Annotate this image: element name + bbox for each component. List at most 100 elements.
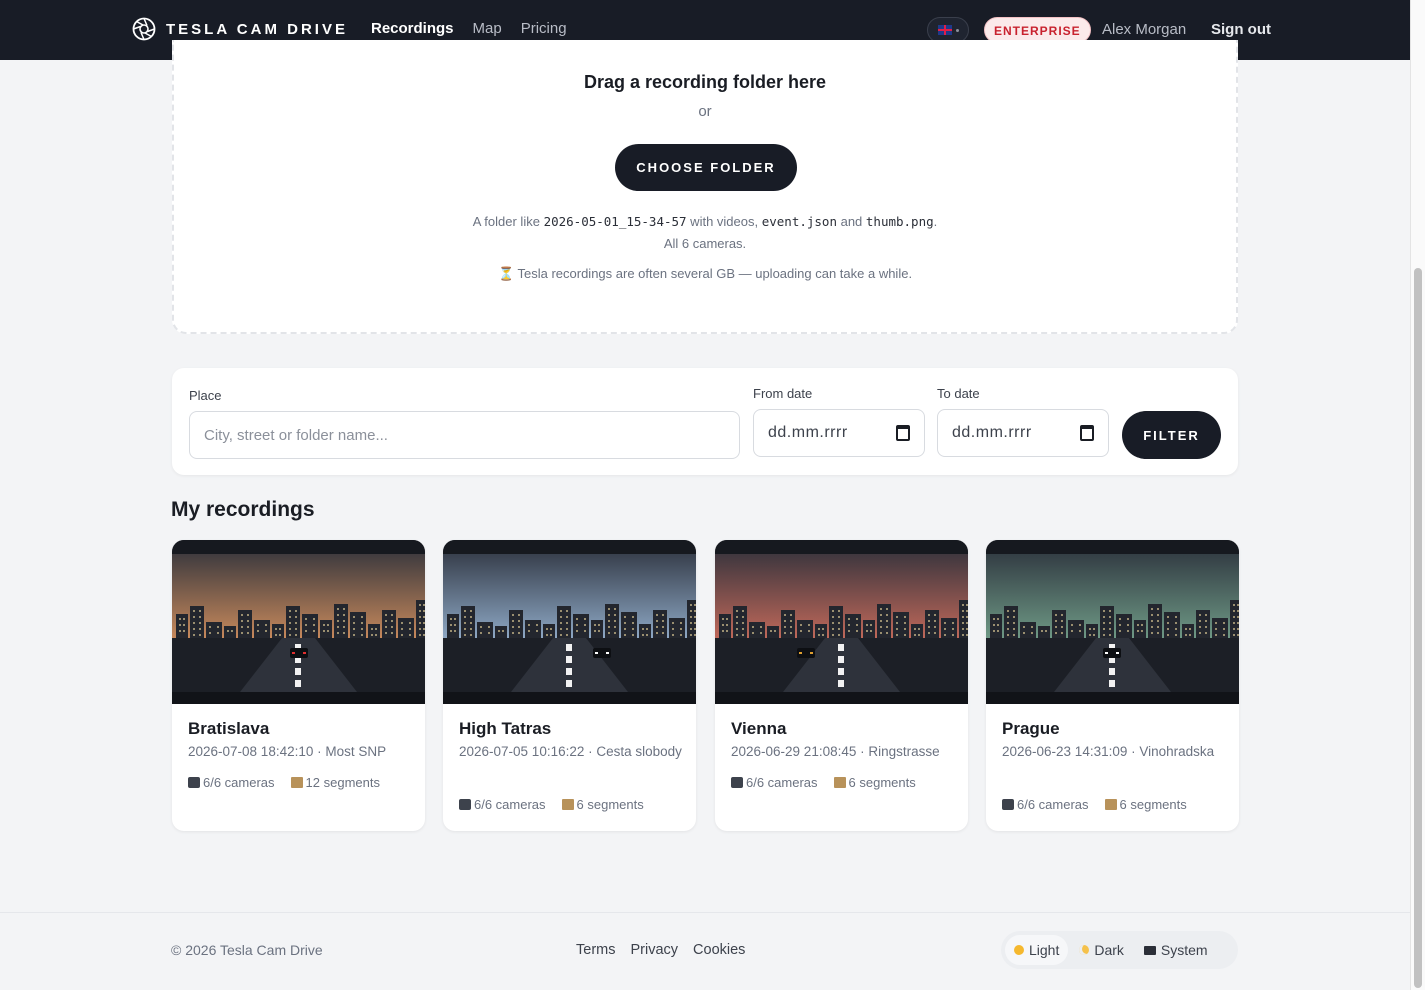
recording-datetime-location: 2026-06-29 21:08:45 · Ringstrasse	[731, 744, 940, 759]
calendar-icon[interactable]	[896, 425, 910, 441]
segment-count: 6 segments	[561, 797, 644, 812]
theme-system-label: System	[1160, 942, 1208, 958]
choose-folder-button[interactable]: CHOOSE FOLDER	[615, 144, 797, 191]
recording-thumbnail[interactable]	[715, 540, 968, 704]
moon-icon	[1079, 945, 1090, 955]
aperture-logo-icon	[132, 17, 156, 41]
uk-flag-icon	[937, 25, 952, 35]
main-nav: Recordings Map Pricing	[371, 20, 567, 37]
film-frames-icon	[833, 777, 846, 788]
hint-text: A folder like	[472, 214, 544, 229]
sun-icon	[1014, 945, 1024, 955]
nav-map[interactable]: Map	[473, 20, 502, 37]
footer-links: Terms Privacy Cookies	[576, 942, 745, 958]
recording-thumbnail[interactable]	[172, 540, 425, 704]
upload-dropzone[interactable]: Drag a recording folder here or CHOOSE F…	[172, 40, 1238, 334]
recording-card[interactable]: Bratislava 2026-07-08 18:42:10 · Most SNP…	[172, 540, 425, 831]
camera-count: 6/6 cameras	[731, 775, 818, 790]
place-label: Place	[189, 388, 222, 403]
camera-count-label: 6/6 cameras	[1017, 797, 1089, 812]
film-frames-icon	[561, 799, 574, 810]
recording-datetime-location: 2026-06-23 14:31:09 · Vinohradska	[1002, 744, 1215, 759]
segment-count: 6 segments	[1104, 797, 1187, 812]
segment-count-label: 6 segments	[576, 797, 644, 812]
upload-size-warning: ⏳ Tesla recordings are often several GB …	[497, 266, 913, 281]
camera-count: 6/6 cameras	[459, 797, 546, 812]
recording-card[interactable]: Vienna 2026-06-29 21:08:45 · Ringstrasse 6…	[715, 540, 968, 831]
nav-pricing[interactable]: Pricing	[521, 20, 567, 37]
film-frames-icon	[290, 777, 303, 788]
segment-count-label: 6 segments	[848, 775, 916, 790]
hint-file-thumb: thumb.png	[865, 214, 934, 229]
segment-count: 6 segments	[833, 775, 916, 790]
recording-place: High Tatras	[459, 719, 552, 738]
theme-dark-button[interactable]: Dark	[1070, 935, 1133, 965]
camera-count-label: 6/6 cameras	[474, 797, 546, 812]
recording-datetime-location: 2026-07-08 18:42:10 · Most SNP	[188, 744, 387, 759]
place-search-input[interactable]	[189, 411, 740, 459]
recording-stats: 6/6 cameras 12 segments	[188, 775, 380, 790]
recording-place: Vienna	[731, 719, 787, 738]
recording-place: Bratislava	[188, 719, 270, 738]
camera-count: 6/6 cameras	[1002, 797, 1089, 812]
from-date-input[interactable]: dd.mm.rrrr	[753, 409, 925, 457]
privacy-link[interactable]: Privacy	[630, 942, 678, 958]
dropzone-hint: A folder like 2026-05-01_15-34-57 with v…	[174, 211, 1236, 255]
segment-count: 12 segments	[290, 775, 380, 790]
user-name: Alex Morgan	[1102, 21, 1187, 38]
monitor-icon	[1143, 945, 1156, 955]
theme-light-label: Light	[1029, 942, 1060, 958]
recording-thumbnail[interactable]	[986, 540, 1239, 704]
nav-recordings[interactable]: Recordings	[371, 20, 454, 37]
theme-light-button[interactable]: Light	[1005, 935, 1069, 965]
footer-copyright: © 2026 Tesla Cam Drive	[171, 942, 323, 958]
from-date-label: From date	[753, 386, 813, 401]
to-date-input[interactable]: dd.mm.rrrr	[937, 409, 1109, 457]
footer-divider	[0, 912, 1410, 913]
recording-card[interactable]: Prague 2026-06-23 14:31:09 · Vinohradska 6…	[986, 540, 1239, 831]
hint-file-event-json: event.json	[761, 214, 837, 229]
recording-place: Prague	[1002, 719, 1060, 738]
dropdown-dot-icon	[955, 28, 959, 32]
dropzone-title: Drag a recording folder here	[583, 72, 827, 92]
recording-datetime-location: 2026-07-05 10:16:22 · Cesta slobody	[459, 744, 682, 759]
recording-stats: 6/6 cameras 6 segments	[731, 775, 916, 790]
recording-thumbnail[interactable]	[443, 540, 696, 704]
sign-out-link[interactable]: Sign out	[1211, 21, 1271, 38]
filter-panel: Place From date dd.mm.rrrr To date dd.mm…	[172, 368, 1238, 475]
segment-count-label: 12 segments	[305, 775, 380, 790]
calendar-icon[interactable]	[1080, 425, 1094, 441]
brand[interactable]: TESLA CAM DRIVE	[132, 17, 348, 41]
terms-link[interactable]: Terms	[576, 942, 615, 958]
dropzone-or: or	[698, 103, 712, 120]
page-scrollbar[interactable]	[1410, 0, 1425, 990]
to-date-value: dd.mm.rrrr	[952, 424, 1032, 441]
to-date-label: To date	[937, 386, 980, 401]
video-camera-icon	[731, 777, 743, 788]
scrollbar-thumb[interactable]	[1414, 268, 1422, 988]
camera-count-label: 6/6 cameras	[203, 775, 275, 790]
recording-stats: 6/6 cameras 6 segments	[1002, 797, 1187, 812]
theme-dark-label: Dark	[1094, 942, 1124, 958]
recording-card[interactable]: High Tatras 2026-07-05 10:16:22 · Cesta s…	[443, 540, 696, 831]
recordings-heading: My recordings	[171, 498, 315, 521]
camera-count: 6/6 cameras	[188, 775, 275, 790]
theme-system-button[interactable]: System	[1135, 935, 1217, 965]
segment-count-label: 6 segments	[1119, 797, 1187, 812]
cookies-link[interactable]: Cookies	[693, 942, 745, 958]
recording-stats: 6/6 cameras 6 segments	[459, 797, 644, 812]
hint-folder-example: 2026-05-01_15-34-57	[543, 214, 687, 229]
filter-button[interactable]: FILTER	[1122, 411, 1221, 459]
from-date-value: dd.mm.rrrr	[768, 424, 848, 441]
theme-switcher: Light Dark System	[1001, 931, 1238, 969]
camera-count-label: 6/6 cameras	[746, 775, 818, 790]
video-camera-icon	[188, 777, 200, 788]
video-camera-icon	[459, 799, 471, 810]
brand-name: TESLA CAM DRIVE	[166, 20, 348, 38]
film-frames-icon	[1104, 799, 1117, 810]
hint-text: .	[933, 214, 938, 229]
hint-text: with videos,	[686, 214, 762, 229]
hint-text: and	[836, 214, 866, 229]
video-camera-icon	[1002, 799, 1014, 810]
hint-cameras: All 6 cameras.	[663, 236, 747, 251]
